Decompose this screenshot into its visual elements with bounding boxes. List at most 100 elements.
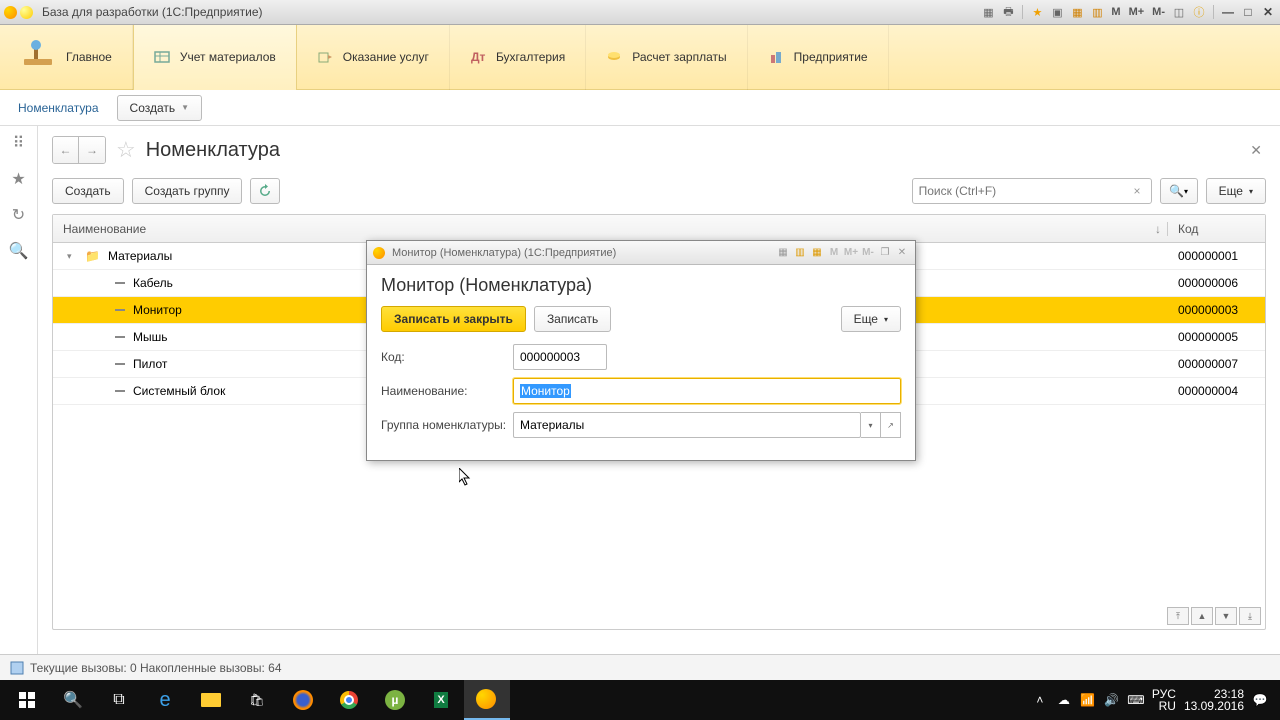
code-field[interactable]: 000000003 [513, 344, 607, 370]
refresh-button[interactable] [250, 178, 280, 204]
save-close-button[interactable]: Записать и закрыть [381, 306, 526, 332]
nav-materials[interactable]: Учет материалов [133, 25, 297, 90]
item-icon [115, 282, 125, 284]
dialog-restore-button[interactable]: ❐ [878, 246, 892, 260]
label-code: Код: [381, 350, 507, 364]
systray: ˄ ☁ 📶 🔊 ⌨ РУСRU 23:1813.09.2016 💬 [1032, 688, 1276, 712]
dlg-tool-2[interactable]: ▥ [793, 246, 807, 260]
task-view[interactable]: ⧉ [96, 680, 142, 720]
create-button[interactable]: Создать [52, 178, 124, 204]
dlg-m[interactable]: M [827, 246, 841, 260]
m-btn[interactable]: M [1109, 6, 1122, 18]
create-group-button[interactable]: Создать группу [132, 178, 243, 204]
tray-volume-icon[interactable]: 🔊 [1104, 692, 1120, 708]
name-field[interactable]: Монитор [513, 378, 901, 404]
tb-chrome[interactable] [326, 680, 372, 720]
titlebar-right: ▦ 🖶 ★ ▣ ▦ ▥ M M+ M- ◫ ⓘ — □ ✕ [980, 4, 1276, 20]
history-icon[interactable]: ↻ [10, 206, 28, 224]
tb-1c[interactable] [464, 680, 510, 720]
row-name: Пилот [133, 357, 167, 371]
dialog-close-button[interactable]: ✕ [895, 246, 909, 260]
dlg-m-minus[interactable]: M- [861, 246, 875, 260]
search-button[interactable]: 🔍 ▾ [1160, 178, 1198, 204]
search-icon[interactable]: 🔍 [10, 242, 28, 260]
row-code: 000000005 [1167, 330, 1265, 344]
nav-accounting[interactable]: Дт Бухгалтерия [450, 25, 586, 90]
breadcrumb[interactable]: Номенклатура [18, 101, 99, 115]
search-input[interactable] [919, 184, 1130, 198]
maximize-button[interactable]: □ [1240, 5, 1256, 19]
subbar-create-button[interactable]: Создать▼ [117, 95, 203, 121]
forward-button[interactable]: → [79, 137, 105, 163]
tb-tool-2[interactable]: 🖶 [1000, 4, 1016, 20]
apps-icon[interactable]: ⠿ [10, 134, 28, 152]
dialog-titlebar[interactable]: Монитор (Номенклатура) (1С:Предприятие) … [367, 241, 915, 265]
info-icon[interactable]: ⓘ [1191, 4, 1207, 20]
tb-excel[interactable]: X [418, 680, 464, 720]
tb-tool-3[interactable]: ▣ [1049, 4, 1065, 20]
tb-store[interactable]: 🛍 [234, 680, 280, 720]
sort-indicator[interactable]: ↓ [1145, 222, 1167, 236]
page-up[interactable]: ▲ [1191, 607, 1213, 625]
calendar-icon[interactable]: ▦ [1069, 4, 1085, 20]
app-icon [4, 6, 17, 19]
row-code: 000000001 [1167, 249, 1265, 263]
left-sidebar: ⠿ ★ ↻ 🔍 [0, 126, 38, 654]
dropdown-icon[interactable] [20, 6, 33, 19]
item-icon [115, 309, 125, 311]
favorites-icon[interactable]: ★ [1029, 4, 1045, 20]
group-field[interactable]: Материалы ▾ ↗ [513, 412, 901, 438]
more-button[interactable]: Еще ▾ [1206, 178, 1266, 204]
nav-salary[interactable]: Расчет зарплаты [586, 25, 747, 90]
m-plus-btn[interactable]: M+ [1127, 6, 1147, 18]
dlg-tool-1[interactable]: ▦ [776, 246, 790, 260]
col-name[interactable]: Наименование [53, 222, 1145, 236]
back-button[interactable]: ← [53, 137, 79, 163]
company-icon [768, 49, 784, 65]
dlg-m-plus[interactable]: M+ [844, 246, 858, 260]
row-code: 000000003 [1167, 303, 1265, 317]
minimize-button[interactable]: — [1220, 5, 1236, 19]
dialog-app-icon [373, 247, 385, 259]
page-close-button[interactable]: ✕ [1246, 138, 1266, 163]
col-code[interactable]: Код [1167, 222, 1265, 236]
tray-keyboard-icon[interactable]: ⌨ [1128, 692, 1144, 708]
tree-toggle-icon[interactable]: ▾ [67, 251, 77, 262]
close-button[interactable]: ✕ [1260, 5, 1276, 19]
calc-icon[interactable]: ▥ [1089, 4, 1105, 20]
tray-onedrive-icon[interactable]: ☁ [1056, 692, 1072, 708]
dlg-tool-3[interactable]: ▦ [810, 246, 824, 260]
star-icon[interactable]: ★ [10, 170, 28, 188]
tray-network-icon[interactable]: 📶 [1080, 692, 1096, 708]
start-button[interactable] [4, 680, 50, 720]
save-button[interactable]: Записать [534, 306, 611, 332]
tray-clock[interactable]: 23:1813.09.2016 [1184, 688, 1244, 712]
page-down[interactable]: ▼ [1215, 607, 1237, 625]
tray-up-icon[interactable]: ˄ [1032, 692, 1048, 708]
dialog-more-button[interactable]: Еще ▾ [841, 306, 901, 332]
panel-icon[interactable]: ◫ [1171, 4, 1187, 20]
m-minus-btn[interactable]: M- [1150, 6, 1167, 18]
tb-edge[interactable]: e [142, 680, 188, 720]
tray-lang[interactable]: РУСRU [1152, 688, 1176, 712]
status-text: Текущие вызовы: 0 Накопленные вызовы: 64 [30, 661, 282, 675]
tb-explorer[interactable] [188, 680, 234, 720]
nav-materials-label: Учет материалов [180, 50, 276, 64]
favorite-toggle[interactable]: ☆ [116, 137, 136, 163]
nav-main-label: Главное [66, 50, 112, 64]
tray-notifications-icon[interactable]: 💬 [1252, 692, 1268, 708]
taskbar: 🔍 ⧉ e 🛍 µ X ˄ ☁ 📶 🔊 ⌨ РУСRU 23:1813.09.2… [0, 680, 1280, 720]
search-clear-icon[interactable]: × [1130, 184, 1145, 198]
taskbar-search[interactable]: 🔍 [50, 680, 96, 720]
nav-services[interactable]: Оказание услуг [297, 25, 450, 90]
search-box[interactable]: × [912, 178, 1152, 204]
tb-utorrent[interactable]: µ [372, 680, 418, 720]
tb-firefox[interactable] [280, 680, 326, 720]
tb-tool-1[interactable]: ▦ [980, 4, 996, 20]
page-first[interactable]: ⤒ [1167, 607, 1189, 625]
group-open-button[interactable]: ↗ [881, 412, 901, 438]
nav-main[interactable]: Главное [0, 25, 133, 90]
nav-company[interactable]: Предприятие [748, 25, 889, 90]
page-last[interactable]: ⤓ [1239, 607, 1261, 625]
group-dropdown-button[interactable]: ▾ [861, 412, 881, 438]
